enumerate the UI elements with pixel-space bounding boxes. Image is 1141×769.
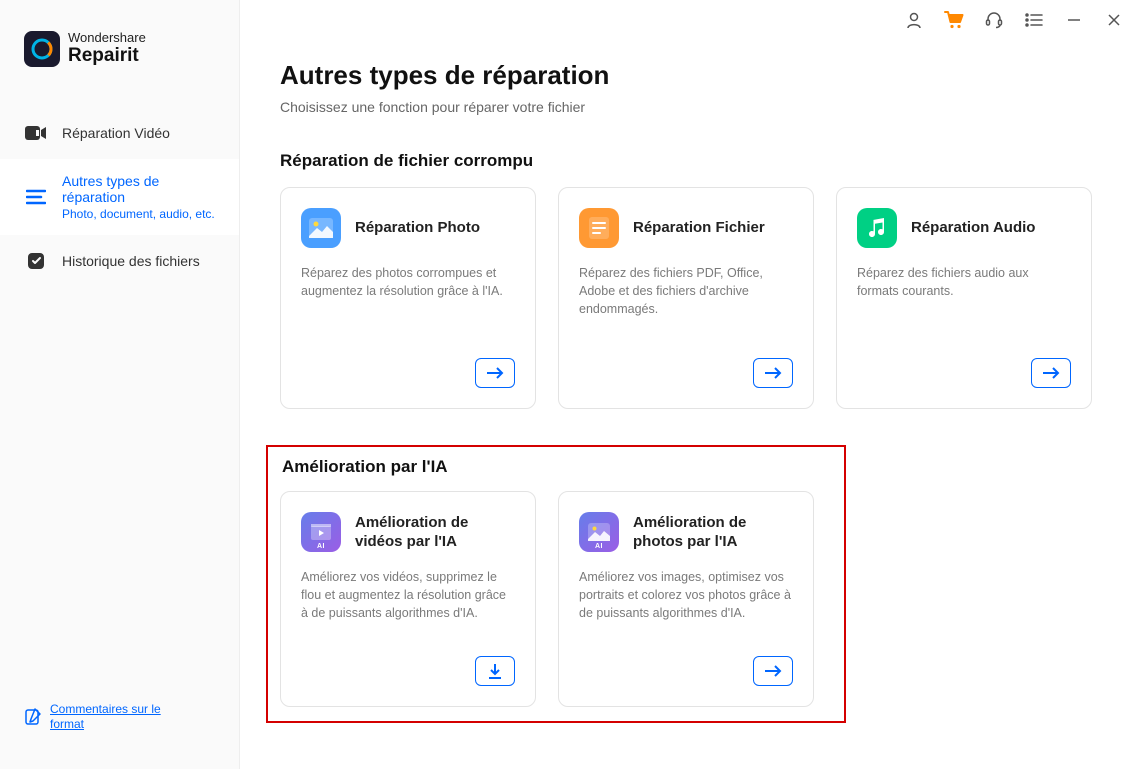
download-icon [488, 663, 502, 679]
go-button[interactable] [753, 656, 793, 686]
go-button[interactable] [475, 358, 515, 388]
ai-badge: AI [303, 543, 339, 550]
ai-photo-icon: AI [579, 512, 619, 552]
product-name: Repairit [68, 45, 146, 67]
card-ai-video[interactable]: AI Amélioration de vidéos par l'IA Améli… [280, 491, 536, 707]
card-desc: Réparez des fichiers PDF, Office, Adobe … [579, 264, 793, 318]
card-desc: Améliorez vos images, optimisez vos port… [579, 568, 793, 622]
sidebar: Wondershare Repairit Réparation Vidéo Au… [0, 0, 240, 769]
card-title: Amélioration de photos par l'IA [633, 513, 793, 552]
feedback-link-label: Commentaires sur le format [50, 702, 180, 733]
nav-label: Autres types de réparation [62, 173, 215, 205]
brand-name: Wondershare [68, 30, 146, 45]
main-area: Autres types de réparation Choisissez un… [240, 0, 1141, 769]
card-title: Réparation Audio [911, 218, 1035, 238]
menu-button[interactable] [1023, 9, 1045, 31]
feedback-link[interactable]: Commentaires sur le format [24, 702, 215, 733]
card-ai-photo[interactable]: AI Amélioration de photos par l'IA Améli… [558, 491, 814, 707]
file-icon [579, 208, 619, 248]
logo-icon [24, 31, 60, 67]
minimize-button[interactable] [1063, 9, 1085, 31]
sidebar-item-other-repair[interactable]: Autres types de réparation Photo, docume… [0, 159, 239, 235]
nav-sublabel: Photo, document, audio, etc. [62, 207, 215, 221]
ai-highlight-box: Amélioration par l'IA AI Amélioration de… [266, 445, 846, 723]
arrow-right-icon [764, 367, 782, 379]
ai-video-icon: AI [301, 512, 341, 552]
card-title: Réparation Fichier [633, 218, 765, 238]
arrow-right-icon [1042, 367, 1060, 379]
list-icon [24, 185, 48, 209]
section-title-ai: Amélioration par l'IA [282, 457, 832, 477]
page-subtitle: Choisissez une fonction pour réparer vot… [280, 99, 1101, 115]
cart-button[interactable] [943, 9, 965, 31]
sidebar-item-video-repair[interactable]: Réparation Vidéo [0, 107, 239, 159]
close-button[interactable] [1103, 9, 1125, 31]
arrow-right-icon [486, 367, 504, 379]
app-logo: Wondershare Repairit [0, 30, 239, 107]
go-button[interactable] [1031, 358, 1071, 388]
card-title: Amélioration de vidéos par l'IA [355, 513, 515, 552]
video-camera-icon [24, 121, 48, 145]
card-photo-repair[interactable]: Réparation Photo Réparez des photos corr… [280, 187, 536, 409]
edit-icon [24, 708, 42, 726]
photo-icon [301, 208, 341, 248]
titlebar [240, 0, 1141, 36]
nav-label: Historique des fichiers [62, 253, 200, 269]
content-area: Autres types de réparation Choisissez un… [240, 36, 1141, 747]
card-desc: Améliorez vos vidéos, supprimez le flou … [301, 568, 515, 622]
card-title: Réparation Photo [355, 218, 480, 238]
support-button[interactable] [983, 9, 1005, 31]
account-button[interactable] [903, 9, 925, 31]
card-desc: Réparez des fichiers audio aux formats c… [857, 264, 1071, 300]
history-icon [24, 249, 48, 273]
sidebar-item-file-history[interactable]: Historique des fichiers [0, 235, 239, 287]
download-button[interactable] [475, 656, 515, 686]
nav-label: Réparation Vidéo [62, 125, 170, 141]
page-title: Autres types de réparation [280, 60, 1101, 91]
corrupt-card-row: Réparation Photo Réparez des photos corr… [280, 187, 1101, 409]
ai-badge: AI [581, 543, 617, 550]
section-title-corrupt: Réparation de fichier corrompu [280, 151, 1101, 171]
go-button[interactable] [753, 358, 793, 388]
music-note-icon [857, 208, 897, 248]
ai-card-row: AI Amélioration de vidéos par l'IA Améli… [280, 491, 832, 707]
card-desc: Réparez des photos corrompues et augment… [301, 264, 515, 300]
card-audio-repair[interactable]: Réparation Audio Réparez des fichiers au… [836, 187, 1092, 409]
card-file-repair[interactable]: Réparation Fichier Réparez des fichiers … [558, 187, 814, 409]
arrow-right-icon [764, 665, 782, 677]
